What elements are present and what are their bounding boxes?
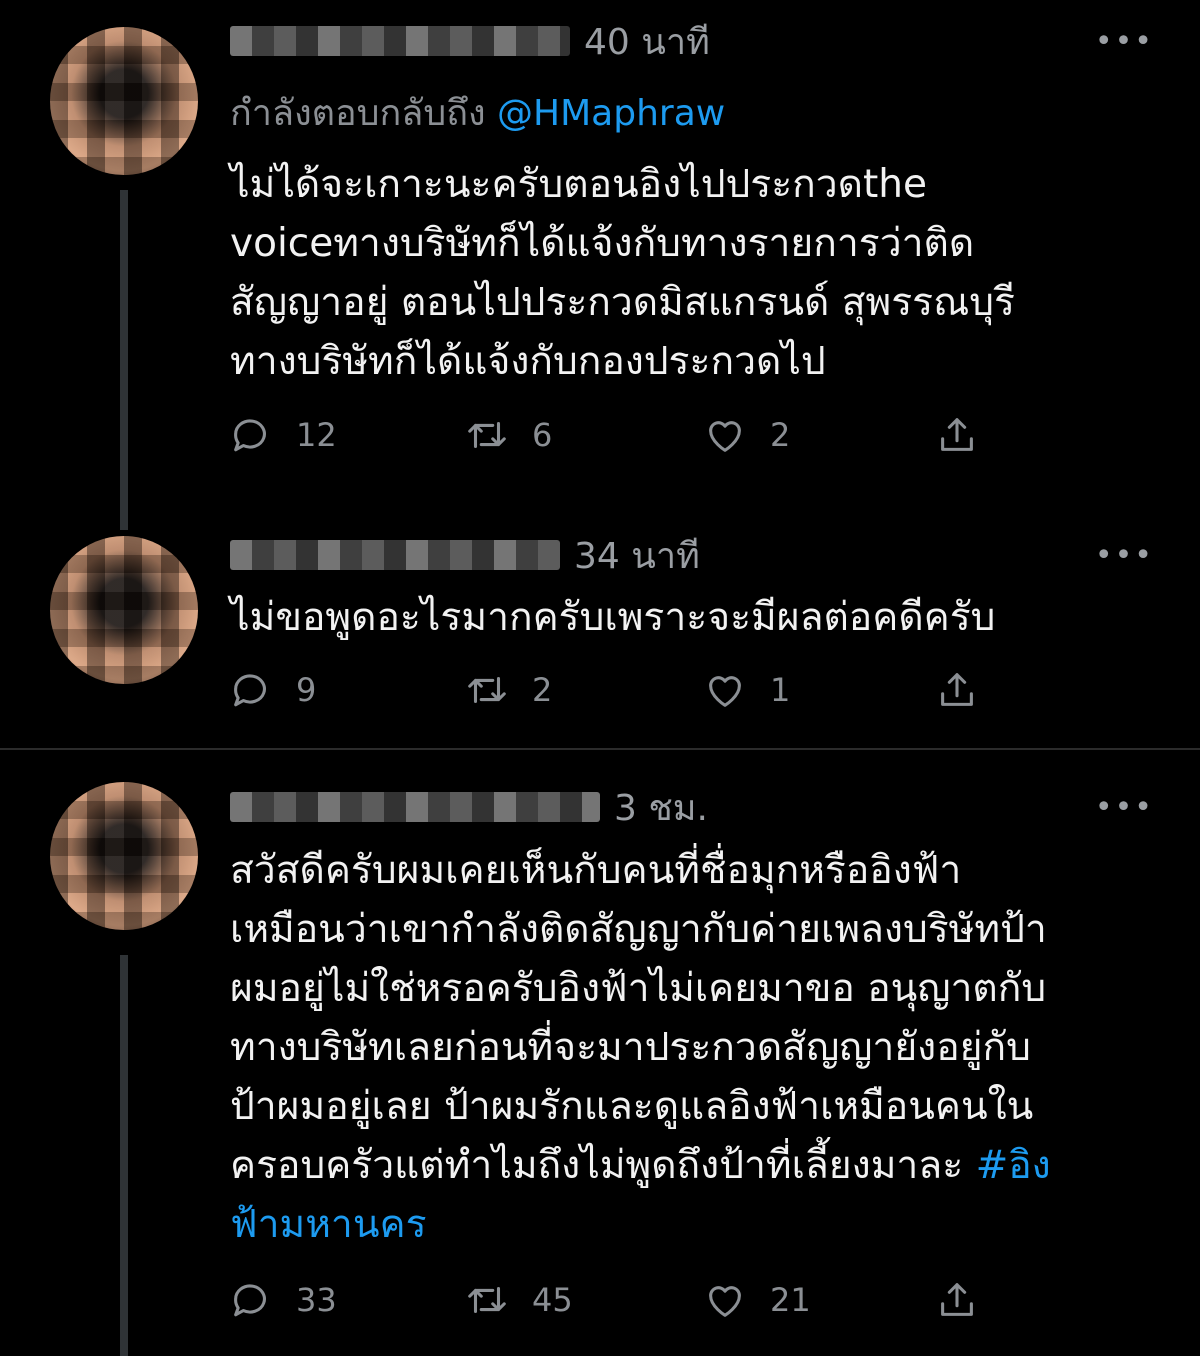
- share-button[interactable]: [934, 665, 980, 715]
- tweet-header: 3 ชม.: [230, 782, 708, 832]
- retweet-icon: [468, 1286, 506, 1314]
- retweet-icon: [468, 676, 506, 704]
- reply-icon: [234, 1284, 266, 1317]
- author-name-blurred[interactable]: [230, 26, 570, 56]
- tweet-actions: 12 6 2: [228, 410, 988, 460]
- like-icon: [709, 676, 741, 707]
- tweet-time[interactable]: 3 ชม.: [614, 779, 708, 836]
- like-button[interactable]: 21: [702, 1275, 811, 1325]
- tweet-header: 34 นาที: [230, 530, 700, 580]
- reply-icon: [234, 419, 266, 452]
- more-icon[interactable]: •••: [1095, 790, 1154, 825]
- reply-icon: [234, 674, 266, 707]
- avatar[interactable]: [50, 536, 198, 684]
- like-count: 2: [770, 416, 791, 454]
- reply-count: 12: [296, 416, 337, 454]
- reply-button[interactable]: 12: [228, 410, 337, 460]
- tweet-3[interactable]: 3 ชม. ••• สวัสดีครับผมเคยเห็นกับคนที่ชื่…: [0, 750, 1200, 1356]
- reply-button[interactable]: 9: [228, 665, 316, 715]
- retweet-button[interactable]: 6: [464, 410, 552, 460]
- more-icon[interactable]: •••: [1095, 538, 1154, 573]
- tweet-header: 40 นาที: [230, 16, 710, 66]
- reply-button[interactable]: 33: [228, 1275, 337, 1325]
- tweet-actions: 9 2 1: [228, 665, 988, 715]
- share-icon: [941, 1283, 973, 1316]
- tweet-time[interactable]: 34 นาที: [574, 527, 700, 584]
- retweet-count: 6: [532, 416, 553, 454]
- share-button[interactable]: [934, 1275, 980, 1325]
- share-icon: [941, 673, 973, 706]
- retweet-icon: [468, 421, 506, 449]
- like-icon: [709, 421, 741, 452]
- tweet-text: ไม่ขอพูดอะไรมากครับเพราะจะมีผลต่อคดีครับ: [230, 595, 996, 640]
- author-name-blurred[interactable]: [230, 792, 600, 822]
- like-count: 21: [770, 1281, 811, 1319]
- share-button[interactable]: [934, 410, 980, 460]
- share-icon: [941, 418, 973, 451]
- reply-prefix: กำลังตอบกลับถึง: [230, 93, 486, 134]
- tweet-text: สวัสดีครับผมเคยเห็นกับคนที่ชื่อมุกหรืออิ…: [230, 841, 1160, 1254]
- like-button[interactable]: 2: [702, 410, 790, 460]
- avatar[interactable]: [50, 27, 198, 175]
- tweet-text: ไม่ได้จะเกาะนะครับตอนอิงไปประกวดthe voic…: [230, 162, 1015, 384]
- reply-count: 9: [296, 671, 317, 709]
- author-name-blurred[interactable]: [230, 540, 560, 570]
- tweet-actions: 33 45 21: [228, 1275, 988, 1325]
- like-button[interactable]: 1: [702, 665, 790, 715]
- retweet-button[interactable]: 45: [464, 1275, 573, 1325]
- retweet-button[interactable]: 2: [464, 665, 552, 715]
- reply-count: 33: [296, 1281, 337, 1319]
- retweet-count: 45: [532, 1281, 573, 1319]
- tweet-text-content: สวัสดีครับผมเคยเห็นกับคนที่ชื่อมุกหรืออิ…: [230, 848, 1047, 1188]
- more-icon[interactable]: •••: [1095, 24, 1154, 59]
- tweet-2[interactable]: 34 นาที ••• ไม่ขอพูดอะไรมากครับเพราะจะมี…: [0, 500, 1200, 748]
- mention-link[interactable]: @HMaphraw: [497, 93, 725, 134]
- like-icon: [709, 1286, 741, 1317]
- tweet-1[interactable]: 40 นาที ••• กำลังตอบกลับถึง @HMaphraw ไม…: [0, 0, 1200, 500]
- avatar[interactable]: [50, 782, 198, 930]
- like-count: 1: [770, 671, 791, 709]
- retweet-count: 2: [532, 671, 553, 709]
- reply-to-line: กำลังตอบกลับถึง @HMaphraw: [230, 84, 725, 141]
- tweet-time[interactable]: 40 นาที: [584, 13, 710, 70]
